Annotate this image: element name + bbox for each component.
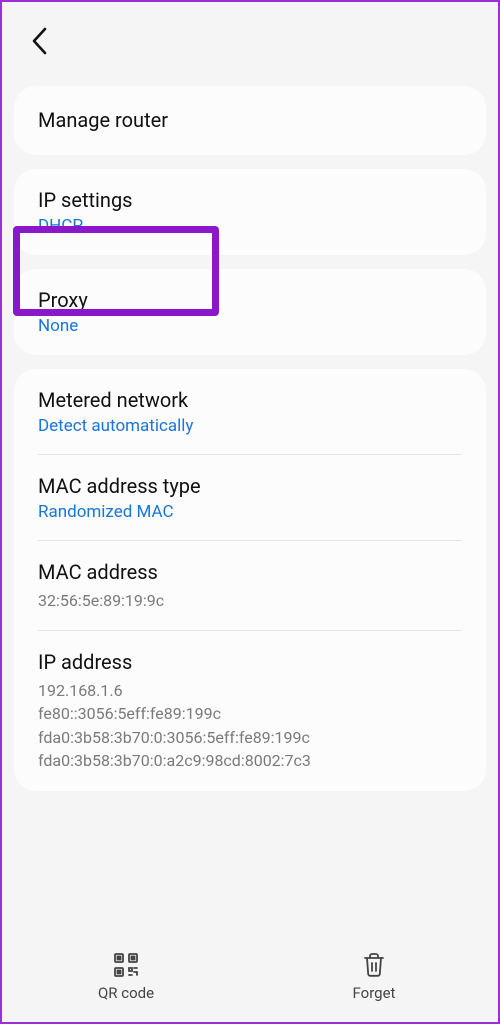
card-manage-router: Manage router xyxy=(14,86,486,155)
forget-button[interactable]: Forget xyxy=(250,952,498,1002)
row-ip-settings[interactable]: IP settings DHCP xyxy=(14,169,486,255)
row-title: IP settings xyxy=(38,188,462,213)
qr-code-icon xyxy=(113,952,139,978)
row-title: Proxy xyxy=(38,288,462,313)
footer-label: QR code xyxy=(98,984,154,1002)
row-mac-address-type[interactable]: MAC address type Randomized MAC xyxy=(14,455,486,541)
row-manage-router[interactable]: Manage router xyxy=(14,86,486,155)
row-value: Randomized MAC xyxy=(38,502,462,522)
row-mac-address: MAC address 32:56:5e:89:19:9c xyxy=(14,541,486,631)
footer-label: Forget xyxy=(353,984,396,1002)
card-ip-settings: IP settings DHCP xyxy=(14,169,486,255)
row-ip-address: IP address 192.168.1.6fe80::3056:5eff:fe… xyxy=(14,631,486,791)
row-title: Manage router xyxy=(38,108,462,133)
qr-code-button[interactable]: QR code xyxy=(2,952,250,1002)
row-info: 32:56:5e:89:19:9c xyxy=(38,589,462,612)
row-value: Detect automatically xyxy=(38,416,462,436)
card-network-details: Metered network Detect automatically MAC… xyxy=(14,369,486,791)
row-title: MAC address type xyxy=(38,474,462,499)
row-proxy[interactable]: Proxy None xyxy=(14,269,486,355)
row-value: None xyxy=(38,316,462,336)
row-value: DHCP xyxy=(38,216,462,236)
back-button[interactable] xyxy=(30,26,52,56)
chevron-left-icon xyxy=(30,26,52,56)
footer-actions: QR code Forget xyxy=(2,940,498,1022)
row-metered-network[interactable]: Metered network Detect automatically xyxy=(14,369,486,455)
trash-icon xyxy=(362,952,386,978)
content-area: Manage router IP settings DHCP Proxy Non… xyxy=(2,86,498,791)
row-title: MAC address xyxy=(38,560,462,585)
header xyxy=(2,2,498,72)
ip-address-list: 192.168.1.6fe80::3056:5eff:fe89:199cfda0… xyxy=(38,679,462,772)
card-proxy: Proxy None xyxy=(14,269,486,355)
row-title: Metered network xyxy=(38,388,462,413)
row-title: IP address xyxy=(38,650,462,675)
